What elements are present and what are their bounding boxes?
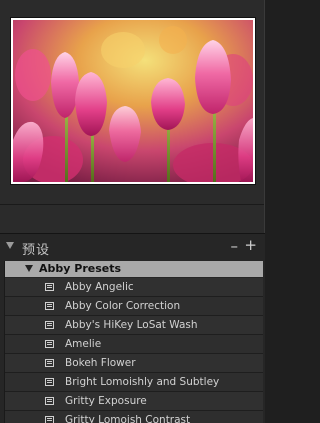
list-item[interactable]: Abby's HiKey LoSat Wash (5, 316, 263, 335)
list-item[interactable]: Amelie (5, 335, 263, 354)
preset-list: Abby Angelic Abby Color Correction Abby'… (5, 278, 263, 423)
preset-label: Gritty Exposure (65, 395, 147, 407)
preset-document-icon (45, 340, 54, 348)
triangle-down-icon[interactable] (25, 265, 33, 272)
add-preset-button[interactable]: + (244, 236, 257, 254)
preset-label: Gritty Lomoish Contrast (65, 414, 191, 423)
preset-document-icon (45, 416, 54, 423)
list-item[interactable]: Gritty Lomoish Contrast (5, 411, 263, 423)
triangle-down-icon[interactable] (6, 242, 14, 249)
list-item[interactable]: Bright Lomoishly and Subtley (5, 373, 263, 392)
navigator-divider (0, 204, 265, 205)
preset-document-icon (45, 397, 54, 405)
list-item[interactable]: Abby Color Correction (5, 297, 263, 316)
tulips-photo-graphic (13, 20, 253, 182)
remove-preset-button[interactable]: – (231, 237, 239, 255)
preset-label: Abby Color Correction (65, 300, 181, 312)
preset-folder-abby-presets[interactable]: Abby Presets (5, 261, 263, 277)
preset-label: Bright Lomoishly and Subtley (65, 376, 220, 388)
presets-panel-header[interactable]: 预设 – + (0, 236, 265, 258)
list-item[interactable]: Bokeh Flower (5, 354, 263, 373)
preset-document-icon (45, 321, 54, 329)
preset-label: Bokeh Flower (65, 357, 136, 369)
presets-panel-title: 预设 (22, 243, 51, 258)
navigator-edge (264, 0, 265, 233)
tulips-photo (13, 20, 253, 182)
image-preview[interactable] (11, 18, 255, 184)
preset-label: Amelie (65, 338, 102, 350)
list-item[interactable]: Gritty Exposure (5, 392, 263, 411)
preset-document-icon (45, 378, 54, 386)
preset-label: Abby Angelic (65, 281, 134, 293)
preset-document-icon (45, 283, 54, 291)
navigator-panel (0, 0, 265, 234)
preset-document-icon (45, 359, 54, 367)
develop-left-panel: 预设 – + Abby Presets Abby Angelic Abby Co… (0, 0, 265, 423)
list-item[interactable]: Abby Angelic (5, 278, 263, 297)
preset-label: Abby's HiKey LoSat Wash (65, 319, 198, 331)
preset-document-icon (45, 302, 54, 310)
preset-folder-label: Abby Presets (39, 262, 122, 275)
